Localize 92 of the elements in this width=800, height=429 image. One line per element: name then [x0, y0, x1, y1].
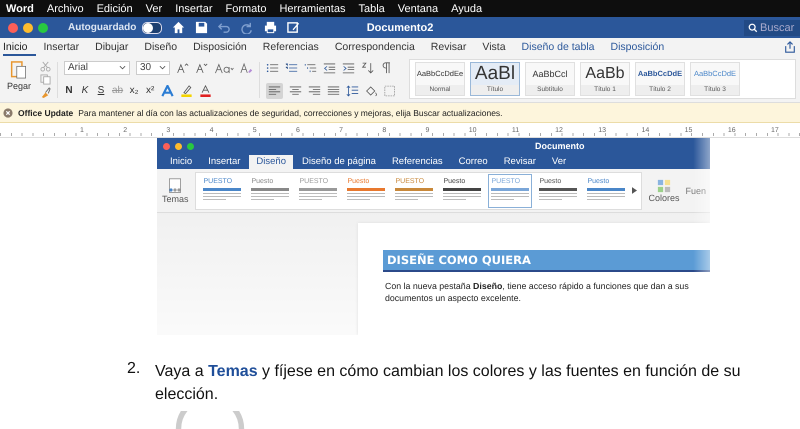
- format-button[interactable]: x₂: [129, 85, 140, 96]
- tab-label: Correo: [458, 155, 489, 169]
- update-title: Office Update: [18, 108, 74, 118]
- clear-format-icon[interactable]: [240, 62, 253, 74]
- menu-item[interactable]: Tabla: [358, 2, 385, 14]
- increase-indent-icon[interactable]: [342, 62, 355, 74]
- tab-label: Insertar: [207, 155, 242, 169]
- search-field[interactable]: Buscar: [744, 20, 800, 36]
- maximize-icon[interactable]: [38, 22, 48, 32]
- fonts-label: Fuen: [685, 186, 706, 196]
- colors-label: Colores: [648, 192, 680, 202]
- pilcrow-icon[interactable]: [380, 62, 393, 74]
- change-case-icon[interactable]: [214, 62, 234, 74]
- line-spacing-icon[interactable]: [346, 84, 359, 96]
- ribbon-tab[interactable]: Disposición: [610, 38, 672, 56]
- search-icon: [748, 22, 758, 32]
- tab-label: Diseño: [249, 155, 293, 169]
- justify-icon[interactable]: [327, 84, 340, 96]
- caret-icon: [119, 65, 126, 70]
- menu-item[interactable]: Edición: [96, 2, 133, 14]
- ribbon-tab[interactable]: Referencias: [262, 38, 327, 56]
- themes-icon: [167, 178, 184, 194]
- share-icon[interactable]: [784, 41, 796, 53]
- text-effects-icon[interactable]: [161, 84, 174, 96]
- format-button[interactable]: K: [80, 85, 90, 96]
- font-color-icon[interactable]: [199, 84, 212, 96]
- minimize-icon[interactable]: [23, 22, 33, 32]
- ribbon-tab[interactable]: Correspondencia: [334, 38, 423, 56]
- edit-icon[interactable]: [287, 21, 300, 34]
- embedded-window-title: Documento: [535, 141, 584, 151]
- tab-label: Inicio: [169, 155, 194, 169]
- save-icon[interactable]: [195, 21, 208, 34]
- ribbon-tab[interactable]: Diseño de tabla: [522, 38, 602, 56]
- undo-icon[interactable]: [218, 21, 232, 34]
- ribbon-tab[interactable]: Revisar: [430, 38, 474, 56]
- numbered-list-icon[interactable]: [285, 62, 298, 74]
- redo-icon[interactable]: [241, 21, 254, 34]
- bullet-list-icon[interactable]: [266, 62, 279, 74]
- align-right-icon[interactable]: [308, 84, 321, 96]
- ribbon-tab[interactable]: Disposición: [193, 38, 255, 56]
- app-menu[interactable]: Word: [6, 2, 34, 14]
- close-icon: [163, 142, 170, 150]
- format-button[interactable]: S: [96, 85, 106, 96]
- ribbon-tab[interactable]: Insertar: [44, 38, 88, 56]
- multilevel-list-icon[interactable]: [304, 62, 317, 74]
- format-button[interactable]: N: [64, 85, 74, 96]
- body-text: Con la nueva pestaña Diseño, tiene acceso rápido a funciones que dan a sus documentos un aspecto excelente.: [385, 280, 690, 304]
- align-center-icon[interactable]: [289, 84, 302, 96]
- borders-icon[interactable]: [384, 84, 397, 96]
- menu-item[interactable]: Ayuda: [451, 2, 482, 14]
- window-title: Documento2: [366, 22, 434, 34]
- ribbon-tab[interactable]: Vista: [482, 38, 514, 56]
- more-arrow-icon: [632, 187, 638, 194]
- menu-item[interactable]: Insertar: [175, 2, 212, 14]
- sort-icon[interactable]: [361, 62, 374, 74]
- clipboard-icon[interactable]: [10, 59, 28, 81]
- format-button[interactable]: x²: [145, 85, 156, 96]
- tab-label: Diseño de página: [300, 155, 377, 169]
- tab-label: Ver: [550, 155, 568, 169]
- minimize-icon: [175, 142, 182, 150]
- menu-item[interactable]: Ver: [146, 2, 162, 14]
- shading-icon[interactable]: [365, 84, 378, 96]
- autosave-toggle[interactable]: [142, 22, 162, 34]
- dismiss-icon[interactable]: [3, 108, 13, 118]
- menu-item[interactable]: Formato: [225, 2, 266, 14]
- tab-label: Revisar: [502, 155, 537, 169]
- grow-font-icon[interactable]: [176, 62, 189, 74]
- ribbon-tab[interactable]: Dibujar: [95, 38, 136, 56]
- list-number: 2.: [127, 360, 142, 379]
- size-dropdown[interactable]: 30: [136, 60, 170, 74]
- autosave-label: Autoguardado: [68, 22, 136, 33]
- colors-icon: [656, 178, 671, 192]
- home-icon[interactable]: [172, 21, 186, 34]
- menu-item[interactable]: Herramientas: [279, 2, 346, 14]
- themes-label: Temas: [162, 194, 188, 204]
- maximize-icon: [187, 142, 194, 150]
- menu-item[interactable]: Archivo: [46, 2, 84, 14]
- ribbon-tab[interactable]: Diseño: [144, 38, 186, 56]
- align-left-icon[interactable]: [266, 82, 283, 98]
- list-text: Vaya a Temas y fíjese en cómo cambian los colores y las fuentes en función de su elección.: [155, 362, 742, 405]
- highlighter-icon[interactable]: [180, 84, 194, 96]
- font-dropdown[interactable]: Arial: [64, 60, 130, 74]
- print-icon[interactable]: [264, 21, 278, 34]
- menu-item[interactable]: Ventana: [398, 2, 438, 14]
- caret-icon: [159, 65, 166, 70]
- tab-label: Referencias: [390, 155, 444, 169]
- decrease-indent-icon[interactable]: [323, 62, 336, 74]
- heading-banner: DISEÑE COMO QUIERA: [383, 250, 710, 272]
- update-message: Para mantener al día con las actualizaciones de seguridad, correcciones y mejoras, elija Buscar actualizaciones.: [78, 108, 503, 118]
- shrink-font-icon[interactable]: [195, 62, 208, 74]
- paste-label[interactable]: Pegar: [6, 81, 32, 91]
- brush-icon[interactable]: [40, 87, 51, 98]
